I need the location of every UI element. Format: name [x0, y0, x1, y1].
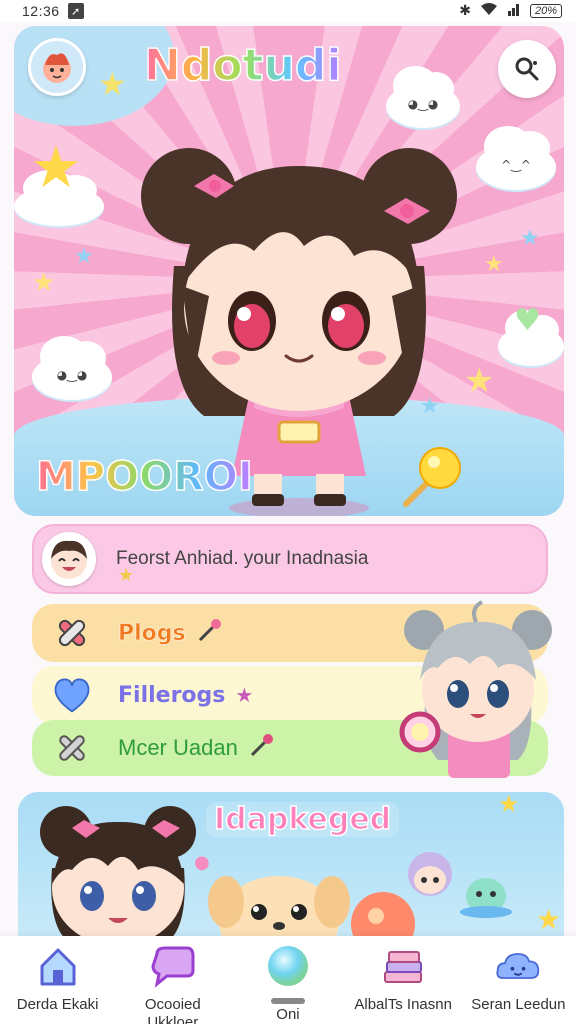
nav-label: Derda Ekaki	[16, 996, 99, 1013]
home-icon	[34, 942, 82, 990]
book-stack-icon	[379, 942, 427, 990]
menu-item-label: Fillerogs	[118, 682, 226, 708]
wand-icon	[196, 618, 222, 649]
star-icon: ★	[98, 65, 127, 103]
cloud-icon	[494, 942, 542, 990]
signal-icon	[507, 2, 521, 20]
notification-icon: ➚	[67, 3, 84, 19]
alien-creature-icon	[460, 878, 512, 918]
star-icon: ★	[498, 792, 520, 818]
smiling-cloud-icon: ^‿^	[476, 125, 556, 190]
orb-icon	[264, 942, 312, 990]
nav-label: Seran Leedun	[471, 996, 566, 1013]
announcement-card[interactable]: Feorst Anhiad. your Inadnasia ★	[32, 524, 548, 594]
nav-item-chat[interactable]: Ocooied Ukkloer	[123, 942, 223, 1024]
hero-caption: MPOOROI	[35, 453, 253, 501]
status-bar: 12:36 ➚ ✱ 20%	[0, 0, 576, 22]
wand-icon	[248, 733, 274, 764]
nav-label: Oni	[276, 1006, 300, 1020]
smiling-cloud-icon: ◕‿◕	[386, 66, 460, 128]
nav-label: Ocooied Ukkloer	[144, 996, 201, 1024]
cross-icon	[52, 728, 92, 768]
nav-item-home[interactable]: Derda Ekaki	[8, 942, 108, 1024]
banner-title: Idapkeged	[206, 801, 400, 838]
sparkle-icon: ★	[235, 683, 254, 707]
nav-label: AlbalTs Inasnn	[354, 996, 452, 1013]
star-icon: ★	[30, 133, 82, 201]
star-icon: ★	[536, 903, 562, 936]
side-character-illustration	[399, 600, 552, 778]
app-title: Ndotudi	[143, 39, 342, 92]
bottom-navigation: Derda Ekaki Ocooied Ukkloer Oni AlbalTs …	[0, 936, 576, 1024]
battery-indicator: 20%	[529, 4, 562, 18]
smiling-cloud-icon: ◕‿◕	[32, 335, 112, 400]
star-icon: ★	[464, 361, 495, 401]
heart-icon	[52, 675, 92, 715]
star-icon: ★	[32, 268, 56, 298]
nav-item-center[interactable]: Oni	[238, 942, 338, 1020]
speech-bubble-icon	[149, 942, 197, 990]
search-icon	[515, 57, 539, 81]
small-character-icon	[408, 852, 452, 896]
star-icon: ★	[520, 226, 540, 251]
featured-banner[interactable]: Idapkeged ★ ★ ●	[18, 792, 564, 942]
profile-avatar-button[interactable]	[28, 38, 86, 96]
smiling-face-icon	[51, 540, 87, 579]
avatar	[42, 532, 96, 586]
star-icon: ●	[194, 852, 210, 873]
wifi-icon	[480, 2, 498, 20]
menu-item-label: Mcer Uadan	[118, 735, 238, 760]
star-icon: ★	[118, 565, 135, 586]
star-icon: ★	[74, 244, 94, 269]
star-icon: ★	[484, 252, 504, 277]
nav-item-weather[interactable]: Seran Leedun	[468, 942, 568, 1024]
avatar-face-icon	[43, 53, 71, 83]
hero-banner: ◕‿◕ ^‿^ ◕‿◕ ★ ★ ★ ★ ★ ★ ★ ★ ♥ Ndotudi MP…	[14, 26, 564, 516]
status-time: 12:36	[22, 3, 60, 19]
heart-icon: ♥	[514, 303, 541, 338]
nav-item-library[interactable]: AlbalTs Inasnn	[353, 942, 453, 1024]
home-indicator	[270, 998, 305, 1004]
bandage-icon	[52, 613, 92, 653]
menu-item-label: Plogs	[118, 620, 186, 646]
banner-character-illustration	[40, 806, 196, 942]
status-icons: ✱ 20%	[459, 2, 562, 20]
announcement-text: Feorst Anhiad. your Inadnasia	[116, 548, 369, 569]
pet-creature-illustration	[208, 876, 350, 942]
search-button[interactable]	[498, 40, 556, 98]
bluetooth-icon: ✱	[459, 3, 471, 19]
